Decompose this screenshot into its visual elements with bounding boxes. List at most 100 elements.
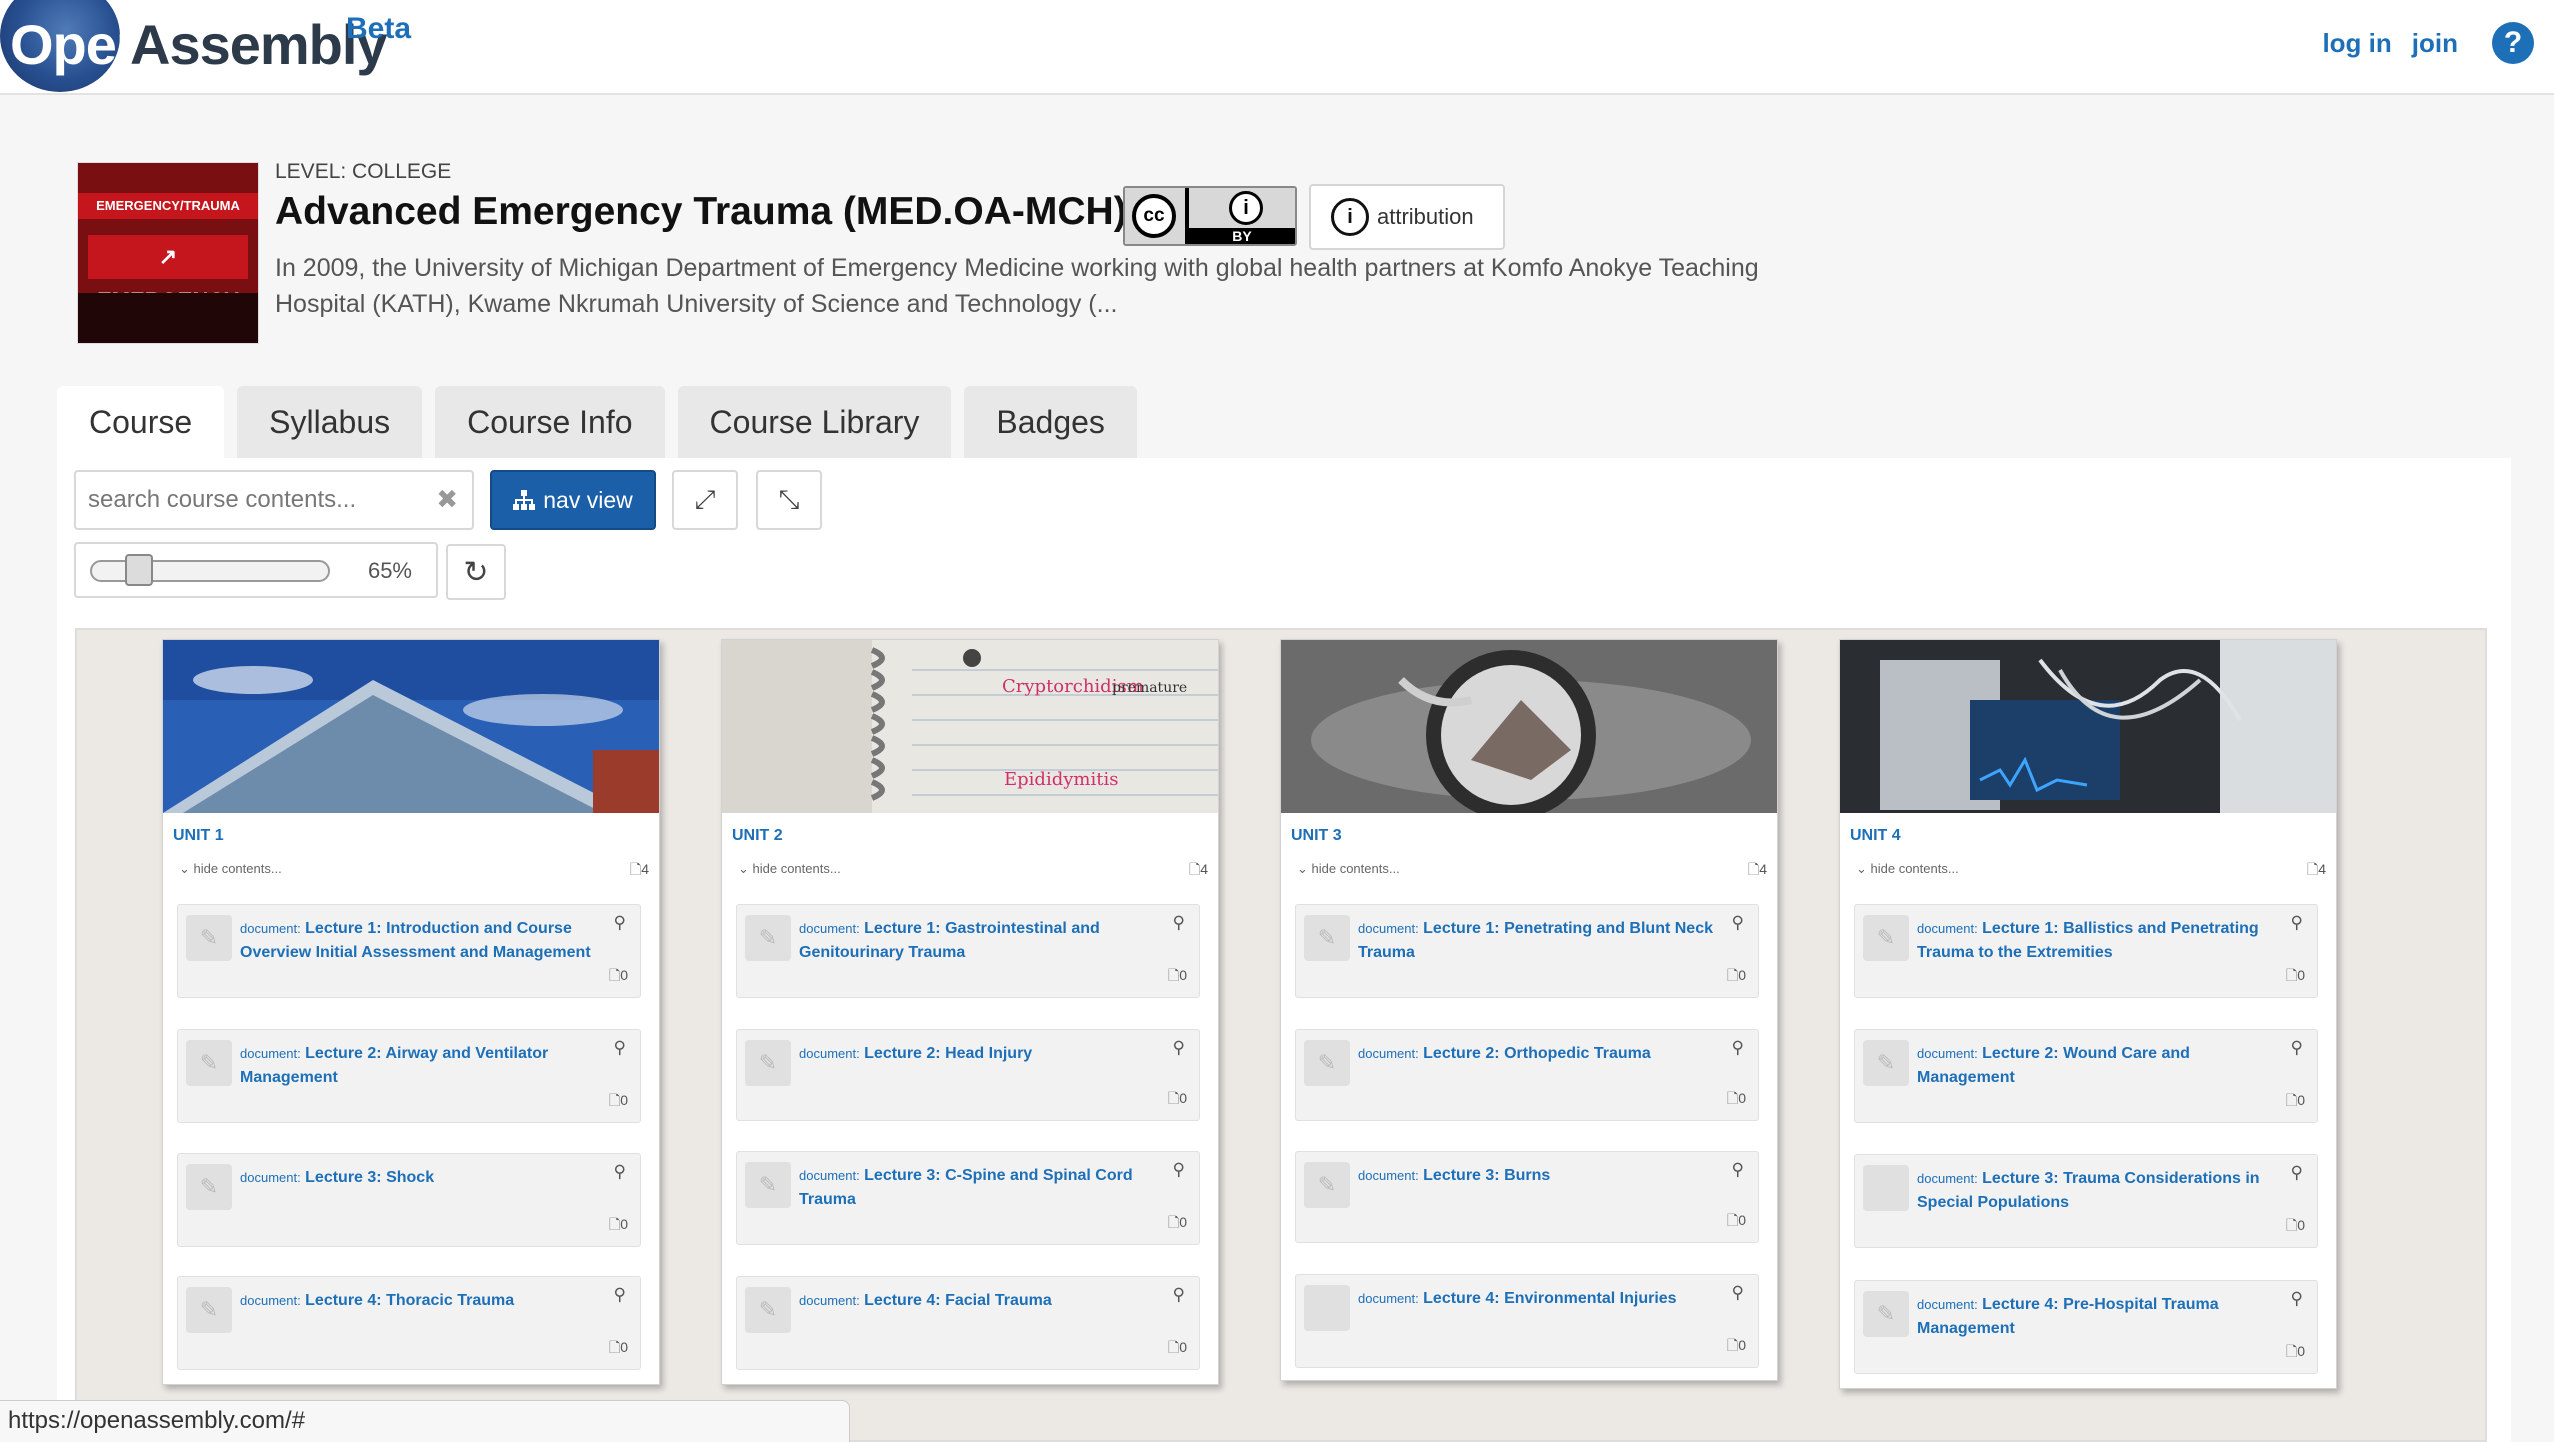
unit-title[interactable]: UNIT 3 [1291, 827, 1342, 845]
lecture-item[interactable]: ✎ document: Lecture 2: Wound Care and Ma… [1854, 1029, 2318, 1123]
cc-by-license-badge[interactable]: cc i BY [1123, 186, 1297, 246]
pin-icon[interactable]: ⚲ [614, 1038, 626, 1058]
tab-course-info[interactable]: Course Info [435, 386, 665, 458]
nav-view-button[interactable]: nav view [490, 470, 656, 530]
collapse-all-button[interactable]: ⤡ [756, 470, 822, 530]
lecture-item[interactable]: document: Lecture 3: Trauma Consideratio… [1854, 1154, 2318, 1248]
lecture-count-value: 0 [2297, 1217, 2305, 1233]
lecture-item[interactable]: ✎ document: Lecture 4: Thoracic Trauma ⚲… [177, 1276, 641, 1370]
lecture-count-value: 0 [620, 1339, 628, 1355]
tab-course[interactable]: Course [57, 386, 225, 458]
lecture-doc-count: 🗋0 [1167, 1214, 1187, 1230]
lecture-title[interactable]: Lecture 4: Thoracic Trauma [305, 1292, 514, 1309]
unit-2-image: Cryptorchidism Epididymitis premature [722, 640, 1218, 813]
pin-icon[interactable]: ⚲ [1732, 1038, 1744, 1058]
tab-badges[interactable]: Badges [964, 386, 1137, 458]
unit-title[interactable]: UNIT 2 [732, 827, 783, 845]
pin-icon[interactable]: ⚲ [614, 913, 626, 933]
document-icon: ✎ [1304, 915, 1350, 961]
unit-3-image [1281, 640, 1777, 813]
pin-icon[interactable]: ⚲ [1173, 913, 1185, 933]
lecture-type: document: [799, 921, 860, 936]
hide-contents-toggle[interactable]: ⌄ hide contents... [738, 861, 841, 877]
lecture-title[interactable]: Lecture 2: Orthopedic Trauma [1423, 1045, 1651, 1062]
hide-contents-toggle[interactable]: ⌄ hide contents... [1297, 861, 1400, 877]
unit-title[interactable]: UNIT 4 [1850, 827, 1901, 845]
lecture-doc-count: 🗋0 [2285, 967, 2305, 983]
lecture-item[interactable]: ✎ document: Lecture 1: Gastrointestinal … [736, 904, 1200, 998]
pin-icon[interactable]: ⚲ [1732, 1283, 1744, 1303]
lecture-type: document: [1917, 921, 1978, 936]
document-icon: ✎ [1304, 1162, 1350, 1208]
lecture-item[interactable]: document: Lecture 4: Environmental Injur… [1295, 1274, 1759, 1368]
lecture-title[interactable]: Lecture 3: Burns [1423, 1167, 1550, 1184]
zoom-slider-handle[interactable] [124, 554, 153, 586]
license-by-label: BY [1232, 228, 1252, 244]
openassembly-logo[interactable]: Open Assembly Beta [0, 0, 460, 95]
hide-contents-toggle[interactable]: ⌄ hide contents... [1856, 861, 1959, 877]
pin-icon[interactable]: ⚲ [2291, 1038, 2303, 1058]
tab-course-library[interactable]: Course Library [677, 386, 952, 458]
login-link[interactable]: log in [2322, 28, 2391, 59]
top-bar: Open Assembly Beta log in join ? [0, 0, 2554, 95]
expand-all-button[interactable]: ⤢ [672, 470, 738, 530]
lecture-item[interactable]: ✎ document: Lecture 1: Introduction and … [177, 904, 641, 998]
help-icon[interactable]: ? [2492, 22, 2534, 64]
hide-contents-label: hide contents... [1311, 861, 1400, 876]
lecture-type: document: [1358, 1168, 1419, 1183]
hide-contents-toggle[interactable]: ⌄ hide contents... [179, 861, 282, 877]
lecture-item[interactable]: ✎ document: Lecture 4: Facial Trauma ⚲ 🗋… [736, 1276, 1200, 1370]
pin-icon[interactable]: ⚲ [2291, 1289, 2303, 1309]
course-level: LEVEL: COLLEGE [275, 160, 452, 183]
unit-doc-count-value: 4 [2318, 861, 2326, 877]
lecture-item[interactable]: ✎ document: Lecture 2: Head Injury ⚲ 🗋0 [736, 1029, 1200, 1121]
thumbnail-sign-main: ↗ EMERGENCY [88, 235, 248, 313]
pin-icon[interactable]: ⚲ [2291, 913, 2303, 933]
lecture-item[interactable]: ✎ document: Lecture 2: Airway and Ventil… [177, 1029, 641, 1123]
document-icon: ✎ [186, 915, 232, 961]
unit-card: UNIT 4 ⌄ hide contents... 🗋4 ✎ document:… [1839, 639, 2337, 1389]
pin-icon[interactable]: ⚲ [1173, 1038, 1185, 1058]
attribution-button[interactable]: i attribution [1309, 184, 1505, 250]
tab-syllabus[interactable]: Syllabus [237, 386, 423, 458]
lecture-type: document: [240, 1046, 301, 1061]
pin-icon[interactable]: ⚲ [1732, 913, 1744, 933]
lecture-item[interactable]: ✎ document: Lecture 3: Burns ⚲ 🗋0 [1295, 1151, 1759, 1243]
lecture-item[interactable]: ✎ document: Lecture 4: Pre-Hospital Trau… [1854, 1280, 2318, 1374]
lecture-title[interactable]: Lecture 2: Head Injury [864, 1045, 1032, 1062]
lecture-doc-count: 🗋0 [608, 1092, 628, 1108]
unit-4-image [1840, 640, 2336, 813]
document-icon: ✎ [745, 1040, 791, 1086]
lecture-title[interactable]: Lecture 4: Environmental Injuries [1423, 1290, 1676, 1307]
lecture-count-value: 0 [2297, 967, 2305, 983]
lecture-title[interactable]: Lecture 3: Shock [305, 1169, 434, 1186]
pin-icon[interactable]: ⚲ [614, 1285, 626, 1305]
lecture-title[interactable]: Lecture 4: Facial Trauma [864, 1292, 1052, 1309]
pin-icon[interactable]: ⚲ [1173, 1160, 1185, 1180]
document-icon: ✎ [1863, 1040, 1909, 1086]
lecture-count-value: 0 [1738, 1212, 1746, 1228]
lecture-item[interactable]: ✎ document: Lecture 1: Penetrating and B… [1295, 904, 1759, 998]
compress-icon: ⤡ [778, 484, 800, 514]
pin-icon[interactable]: ⚲ [2291, 1163, 2303, 1183]
hide-contents-label: hide contents... [1870, 861, 1959, 876]
pin-icon[interactable]: ⚲ [614, 1162, 626, 1182]
search-course-input[interactable]: search course contents... ✖ [74, 470, 474, 530]
unit-doc-count: 🗋4 [1747, 861, 1767, 877]
course-thumbnail: EMERGENCY/TRAUMA ↗ EMERGENCY [77, 162, 259, 344]
lecture-item[interactable]: ✎ document: Lecture 3: Shock ⚲ 🗋0 [177, 1153, 641, 1247]
unit-title[interactable]: UNIT 1 [173, 827, 224, 845]
lecture-type: document: [799, 1046, 860, 1061]
lecture-item[interactable]: ✎ document: Lecture 1: Ballistics and Pe… [1854, 904, 2318, 998]
lecture-type: document: [240, 921, 301, 936]
attribution-label: attribution [1377, 204, 1474, 229]
pin-icon[interactable]: ⚲ [1173, 1285, 1185, 1305]
pin-icon[interactable]: ⚲ [1732, 1160, 1744, 1180]
lecture-doc-count: 🗋0 [608, 1339, 628, 1355]
clear-search-icon[interactable]: ✖ [436, 484, 458, 515]
refresh-button[interactable]: ↻ [446, 544, 506, 600]
lecture-item[interactable]: ✎ document: Lecture 2: Orthopedic Trauma… [1295, 1029, 1759, 1121]
lecture-item[interactable]: ✎ document: Lecture 3: C-Spine and Spina… [736, 1151, 1200, 1245]
join-link[interactable]: join [2412, 28, 2458, 59]
lecture-count-value: 0 [2297, 1092, 2305, 1108]
